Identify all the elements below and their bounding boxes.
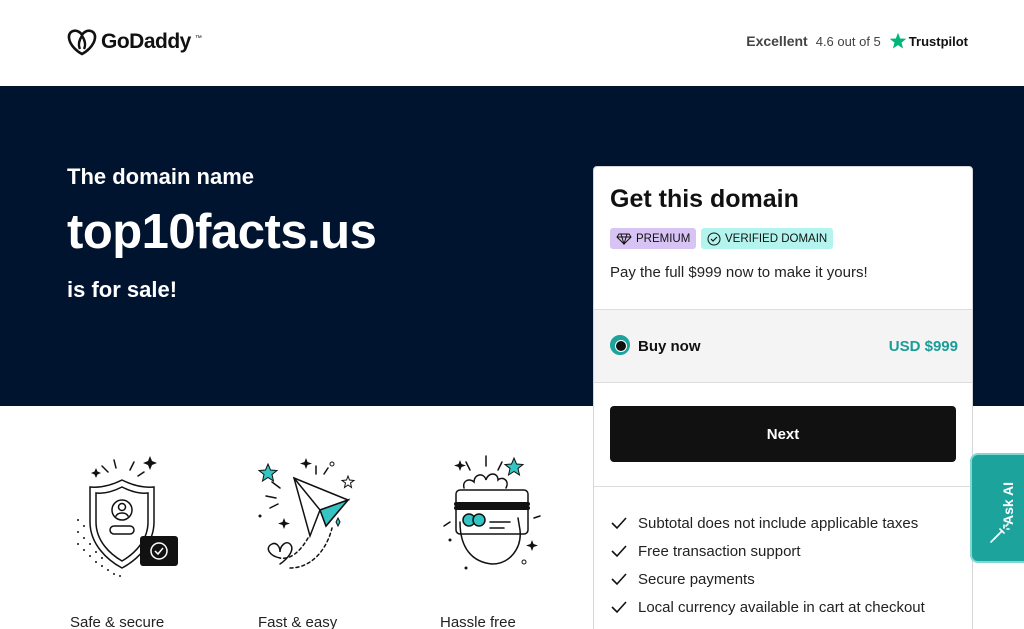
godaddy-logo[interactable]: GoDaddy ™ [67,28,202,56]
feature-text: Local currency available in cart at chec… [638,598,925,616]
diamond-icon [616,233,632,245]
feature-label: Fast & easy [258,614,338,629]
purchase-features-list: Subtotal does not include applicable tax… [610,509,925,621]
list-item: Free transaction support [610,537,925,565]
card-title: Get this domain [610,185,799,213]
godaddy-logo-icon [67,29,97,56]
hero-sale-text: is for sale! [67,277,178,302]
feature-hassle-free: Hassle free [420,452,560,629]
price-description: Pay the full $999 now to make it yours! [610,264,868,281]
logo-text: GoDaddy [101,30,191,53]
features-section: Safe & secure Fast & easy Hassle free [0,406,590,629]
checkmark-icon [611,573,627,586]
checkmark-icon [611,517,627,530]
ask-ai-label: Ask AI [1000,481,1016,525]
card-hand-icon [443,455,541,570]
checkmark-icon [611,545,627,558]
ask-ai-button[interactable]: Ask AI [970,453,1024,563]
buy-now-label: Buy now [638,338,701,355]
purchase-card: Get this domain PREMIUM VERIFIED DOMAIN … [593,166,973,629]
premium-badge-label: PREMIUM [636,232,691,245]
next-button[interactable]: Next [610,406,956,462]
buy-now-price: USD $999 [888,338,958,355]
top-bar: GoDaddy ™ Excellent 4.6 out of 5 Trustpi… [0,0,1024,86]
premium-badge: PREMIUM [610,228,697,249]
list-item: Secure payments [610,565,925,593]
feature-label: Safe & secure [70,614,165,629]
logo-trademark: ™ [194,34,202,42]
trustpilot-star-icon [889,32,907,49]
domain-name-heading: top10facts.us [67,205,377,259]
rating-word: Excellent [746,33,808,49]
feature-safe-secure: Safe & secure [52,452,192,629]
buy-now-radio[interactable] [610,335,630,355]
verified-badge-label: VERIFIED DOMAIN [725,232,828,245]
verified-check-icon [707,232,721,245]
trustpilot-label: Trustpilot [908,33,968,49]
feature-label: Hassle free [440,614,516,629]
feature-text: Secure payments [638,570,755,588]
shield-icon [77,456,178,577]
trustpilot-rating[interactable]: Excellent 4.6 out of 5 Trustpilot [746,32,968,50]
feature-text: Subtotal does not include applicable tax… [638,514,919,532]
feature-text: Free transaction support [638,542,801,560]
hero-intro: The domain name [67,164,255,189]
paper-plane-icon [257,458,356,569]
magic-wand-icon [990,523,1010,543]
list-item: Subtotal does not include applicable tax… [610,509,925,537]
card-divider [594,486,972,487]
checkmark-icon [611,601,627,614]
feature-fast-easy: Fast & easy [240,452,380,629]
rating-score: 4.6 out of 5 [815,33,881,49]
buy-now-option[interactable]: Buy now USD $999 [594,309,972,383]
verified-domain-badge: VERIFIED DOMAIN [701,228,834,249]
trustpilot-brand: Trustpilot [889,32,968,50]
list-item: Local currency available in cart at chec… [610,593,925,621]
